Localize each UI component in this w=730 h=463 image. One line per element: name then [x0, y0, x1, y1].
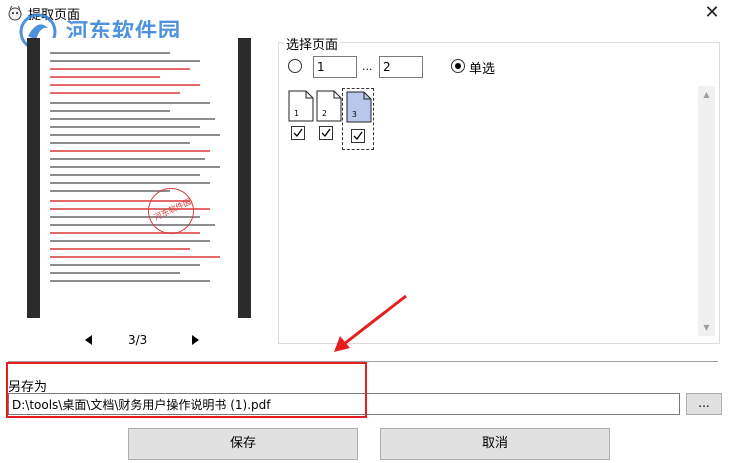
page-checkbox[interactable]: [319, 126, 333, 140]
page-number-label: 3: [352, 110, 357, 119]
checkmark-icon: [321, 128, 331, 138]
cancel-button[interactable]: 取消: [380, 428, 610, 460]
scroll-up-icon[interactable]: ▲: [698, 86, 715, 103]
save-path-input[interactable]: [8, 393, 680, 415]
checkmark-icon: [293, 128, 303, 138]
app-icon: [8, 5, 22, 21]
section-divider: [8, 361, 718, 362]
page-thumbnail-1[interactable]: 1: [286, 90, 316, 148]
range-to-input[interactable]: [379, 56, 423, 78]
previous-page-icon[interactable]: [82, 333, 96, 347]
thumbnail-scrollbar[interactable]: ▲ ▼: [698, 86, 715, 336]
title-bar: 提取页面 ✕: [0, 0, 730, 28]
page-number-label: 2: [322, 109, 327, 118]
window-title: 提取页面: [28, 8, 81, 23]
close-button[interactable]: ✕: [700, 2, 724, 26]
page-thumbnail-2[interactable]: 2: [314, 90, 344, 148]
preview-page: 河东软件园: [40, 38, 238, 318]
scroll-down-icon[interactable]: ▼: [698, 319, 715, 336]
range-separator: ...: [362, 60, 373, 73]
close-icon[interactable]: ✕: [704, 2, 719, 23]
document-page-icon: 1: [288, 90, 314, 122]
document-page-icon: 3: [346, 91, 372, 123]
page-checkbox[interactable]: [351, 129, 365, 143]
range-from-input[interactable]: [313, 56, 357, 78]
single-select-label: 单选: [469, 62, 496, 77]
checkmark-icon: [353, 131, 363, 141]
range-radio[interactable]: [288, 59, 302, 73]
page-navigator: 3/3: [80, 332, 200, 350]
browse-button[interactable]: ...: [686, 393, 722, 415]
single-radio[interactable]: [451, 59, 465, 73]
page-indicator: 3/3: [128, 333, 148, 347]
stamp-text: 河东软件园: [152, 197, 193, 223]
page-preview: 河东软件园: [27, 38, 251, 318]
page-number-label: 1: [294, 109, 299, 118]
page-thumbnail-list: 1 2 3: [280, 80, 700, 340]
document-page-icon: 2: [316, 90, 342, 122]
next-page-icon[interactable]: [188, 333, 202, 347]
page-selection-label: 选择页面: [284, 34, 341, 53]
page-checkbox[interactable]: [291, 126, 305, 140]
page-thumbnail-3[interactable]: 3: [342, 88, 374, 150]
save-button[interactable]: 保存: [128, 428, 358, 460]
